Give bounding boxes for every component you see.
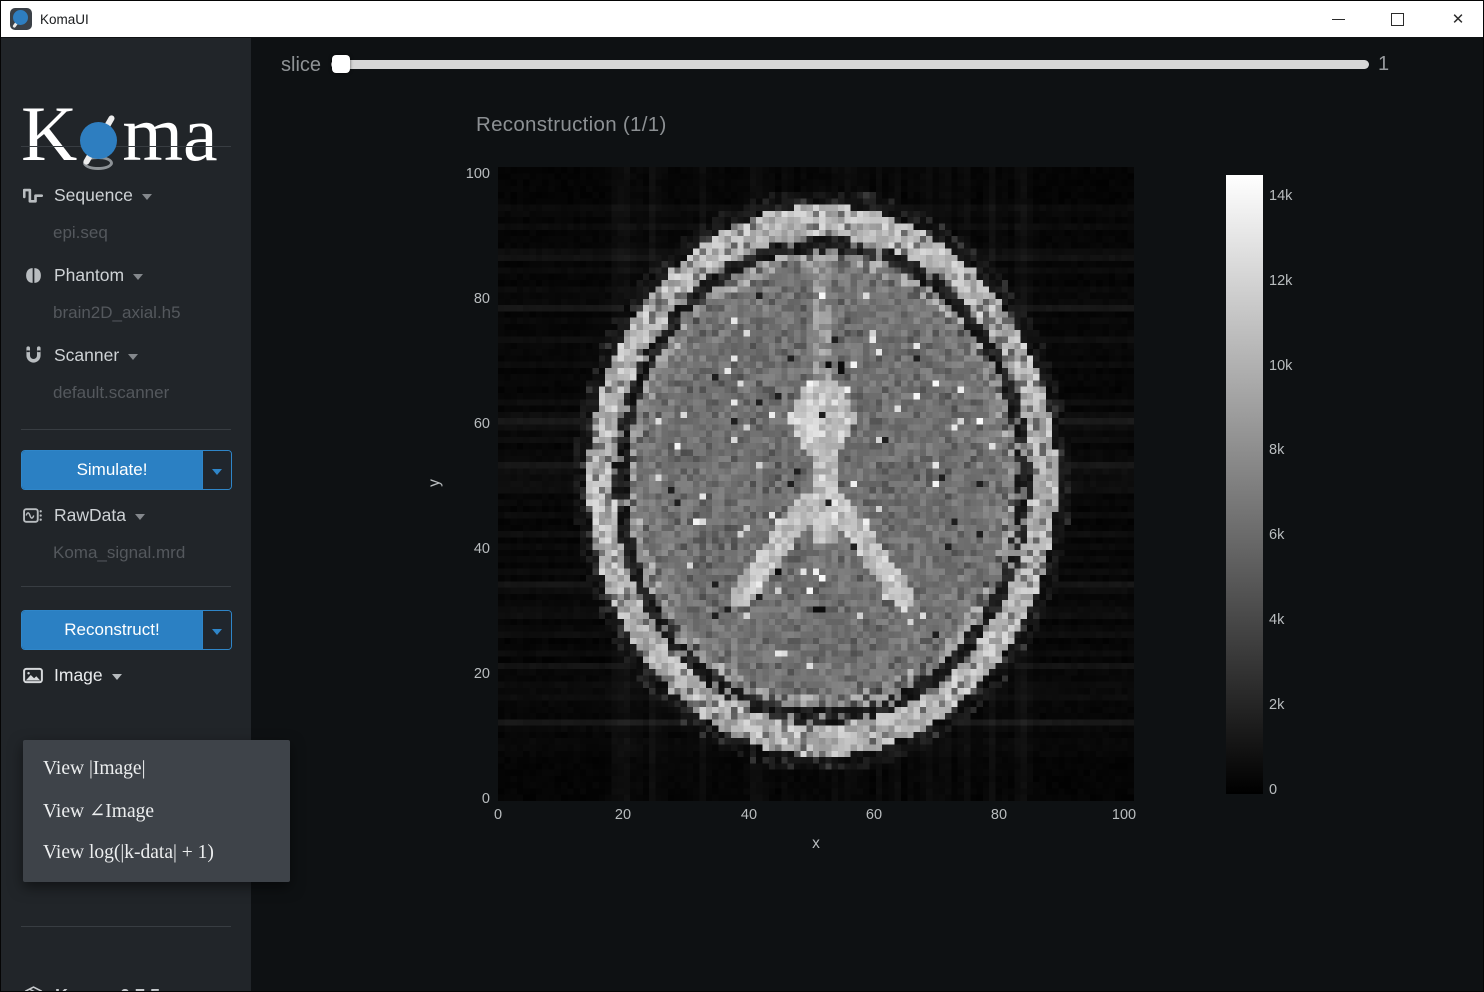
sidebar-item-scanner[interactable]: Scanner	[23, 341, 138, 369]
reconstruct-dropdown-button[interactable]	[202, 611, 231, 649]
reconstruct-split-button: Reconstruct!	[21, 610, 232, 650]
phantom-file: brain2D_axial.h5	[53, 303, 181, 323]
logo-k: K	[21, 102, 77, 166]
sidebar-item-phantom[interactable]: Phantom	[23, 261, 143, 289]
divider	[21, 146, 231, 147]
koma-app-icon	[10, 8, 32, 30]
reconstruct-button[interactable]: Reconstruct!	[22, 611, 202, 649]
y-tick: 40	[446, 541, 490, 557]
maximize-button[interactable]	[1374, 1, 1420, 37]
divider	[21, 429, 231, 430]
window-title: KomaUI	[40, 1, 89, 38]
colorbar-tick: 10k	[1269, 358, 1315, 374]
x-tick: 60	[844, 807, 904, 823]
chevron-down-icon	[112, 674, 122, 680]
y-tick: 80	[446, 291, 490, 307]
y-tick: 0	[446, 791, 490, 807]
simulate-dropdown-button[interactable]	[202, 451, 231, 489]
x-axis-label: x	[786, 835, 846, 853]
chevron-down-icon	[135, 514, 145, 520]
x-tick: 0	[468, 807, 528, 823]
sidebar-item-sequence[interactable]: Sequence	[23, 181, 152, 209]
rawdata-file: Koma_signal.mrd	[53, 543, 185, 563]
magnet-icon	[23, 345, 43, 365]
y-tick: 100	[446, 166, 490, 182]
reconstruction-image[interactable]	[498, 167, 1134, 801]
divider	[21, 926, 231, 927]
app-window: KomaUI ✕ K ma Sequence epi.seq	[0, 0, 1484, 992]
y-tick: 60	[446, 416, 490, 432]
sequence-file: epi.seq	[53, 223, 108, 243]
scope-icon	[23, 505, 43, 525]
titlebar: KomaUI ✕	[1, 1, 1483, 38]
slice-slider-track[interactable]	[331, 60, 1369, 69]
logo-ma: ma	[122, 102, 217, 166]
divider	[21, 586, 231, 587]
sidebar: K ma Sequence epi.seq Phantom brain2D_ax…	[1, 38, 251, 992]
sidebar-item-image[interactable]: Image	[23, 661, 122, 689]
x-tick: 20	[593, 807, 653, 823]
chevron-down-icon	[133, 274, 143, 280]
globe-icon	[13, 10, 28, 25]
logo-globe-icon	[80, 119, 118, 161]
image-label: Image	[54, 665, 103, 686]
chevron-down-icon	[212, 629, 222, 635]
slice-slider-label: slice	[281, 54, 321, 77]
x-tick: 80	[969, 807, 1029, 823]
colorbar-tick: 14k	[1269, 188, 1315, 204]
brain-icon	[23, 265, 43, 285]
x-tick: 40	[719, 807, 779, 823]
chevron-down-icon	[212, 469, 222, 475]
colorbar-tick: 0	[1269, 782, 1315, 798]
x-tick: 100	[1094, 807, 1154, 823]
close-icon: ✕	[1452, 12, 1465, 27]
pulse-icon	[23, 185, 43, 205]
simulate-split-button: Simulate!	[21, 450, 232, 490]
menu-item-view-angle-image[interactable]: View ∠Image	[23, 790, 290, 832]
minimize-icon	[1332, 19, 1345, 20]
minimize-button[interactable]	[1315, 1, 1361, 37]
colorbar-tick: 12k	[1269, 273, 1315, 289]
koma-logo: K ma	[21, 88, 218, 166]
rawdata-label: RawData	[54, 505, 126, 526]
plot-title: Reconstruction (1/1)	[476, 113, 667, 137]
phantom-label: Phantom	[54, 265, 124, 286]
simulate-button[interactable]: Simulate!	[22, 451, 202, 489]
slice-slider-value: 1	[1378, 53, 1389, 76]
colorbar	[1226, 175, 1263, 794]
menu-item-view-abs-image[interactable]: View |Image|	[23, 748, 290, 790]
package-icon	[23, 985, 45, 992]
menu-item-view-log-kdata[interactable]: View log(|k-data| + 1)	[23, 832, 290, 874]
photo-icon	[23, 665, 43, 685]
slice-slider-thumb[interactable]	[332, 55, 350, 73]
sequence-label: Sequence	[54, 185, 133, 206]
chevron-down-icon	[128, 354, 138, 360]
chevron-down-icon	[142, 194, 152, 200]
version-menu[interactable]: Koma v0.7.5	[23, 982, 179, 992]
colorbar-tick: 8k	[1269, 442, 1315, 458]
y-axis-label: y	[426, 479, 444, 487]
colorbar-tick: 6k	[1269, 527, 1315, 543]
colorbar-tick: 4k	[1269, 612, 1315, 628]
image-dropdown-menu: View |Image| View ∠Image View log(|k-dat…	[23, 740, 290, 882]
colorbar-tick: 2k	[1269, 697, 1315, 713]
scanner-file: default.scanner	[53, 383, 169, 403]
y-tick: 20	[446, 666, 490, 682]
maximize-icon	[1391, 13, 1404, 26]
sidebar-item-rawdata[interactable]: RawData	[23, 501, 145, 529]
version-label: Koma v0.7.5	[55, 986, 160, 992]
scanner-label: Scanner	[54, 345, 119, 366]
close-button[interactable]: ✕	[1432, 1, 1484, 37]
